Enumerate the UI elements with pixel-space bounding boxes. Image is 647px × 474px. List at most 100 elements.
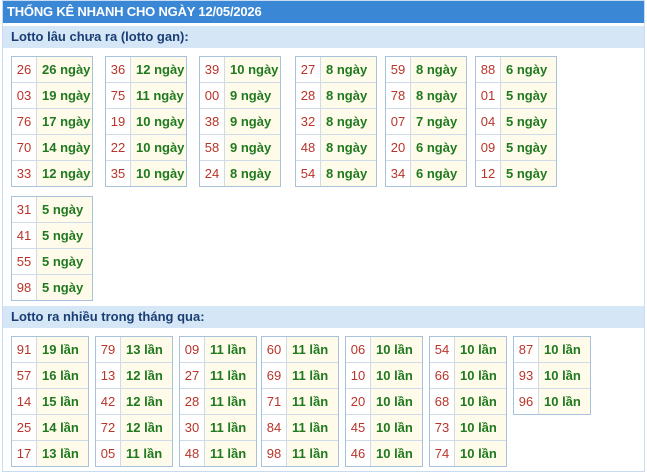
lotto-number: 39 xyxy=(200,57,225,82)
table-row: 10 10 lần xyxy=(346,363,422,389)
table-row: 34 6 ngày xyxy=(386,161,466,186)
lotto-count: 10 lần xyxy=(371,441,422,466)
lotto-count: 6 ngày xyxy=(411,135,466,160)
lotto-number: 14 xyxy=(12,389,37,414)
lotto-number: 59 xyxy=(386,57,411,82)
table-row: 84 11 lần xyxy=(262,415,338,441)
nhieu-groups: 91 19 lần 57 16 lần 14 15 lần 25 14 lần 17 13 lần… xyxy=(3,328,644,467)
lotto-number: 09 xyxy=(476,135,501,160)
table-row: 41 5 ngày xyxy=(12,223,92,249)
table-row: 48 11 lần xyxy=(180,441,256,466)
nhieu-group: 87 10 lần 93 10 lần 96 10 lần xyxy=(513,336,591,415)
table-row: 79 13 lần xyxy=(96,337,172,363)
lotto-number: 04 xyxy=(476,109,501,134)
gan-group: 27 8 ngày 28 8 ngày 32 8 ngày 48 8 ngày 54 8 ngày xyxy=(295,56,377,187)
nhieu-group: 54 10 lần 66 10 lần 68 10 lần 73 10 lần 74 10 lần xyxy=(429,336,507,467)
table-row: 73 10 lần xyxy=(430,415,506,441)
lotto-count: 10 lần xyxy=(455,441,506,466)
page-title: THỐNG KÊ NHANH CHO NGÀY 12/05/2026 xyxy=(3,1,644,23)
lotto-number: 17 xyxy=(12,441,37,466)
table-row: 98 5 ngày xyxy=(12,275,92,300)
lotto-number: 28 xyxy=(296,83,321,108)
table-row: 69 11 lần xyxy=(262,363,338,389)
lotto-number: 93 xyxy=(514,363,539,388)
lotto-count: 10 ngày xyxy=(131,161,186,186)
lotto-count: 6 ngày xyxy=(501,57,556,82)
table-row: 19 10 ngày xyxy=(106,109,186,135)
lotto-count: 10 lần xyxy=(539,389,590,414)
table-row: 59 8 ngày xyxy=(386,57,466,83)
lotto-count: 12 lần xyxy=(121,415,172,440)
nhieu-section-heading: Lotto ra nhiều trong tháng qua: xyxy=(3,306,644,328)
table-row: 46 10 lần xyxy=(346,441,422,466)
lotto-number: 25 xyxy=(12,415,37,440)
lotto-number: 10 xyxy=(346,363,371,388)
lotto-count: 10 lần xyxy=(539,363,590,388)
lotto-count: 8 ngày xyxy=(321,57,376,82)
table-row: 09 11 lần xyxy=(180,337,256,363)
lotto-count: 15 lần xyxy=(37,389,88,414)
nhieu-group: 79 13 lần 13 12 lần 42 12 lần 72 12 lần 05 11 lần xyxy=(95,336,173,467)
lotto-count: 10 lần xyxy=(455,363,506,388)
table-row: 24 8 ngày xyxy=(200,161,280,186)
lotto-count: 12 ngày xyxy=(131,57,186,82)
lotto-number: 84 xyxy=(262,415,287,440)
gan-groups: 26 26 ngày 03 19 ngày 76 17 ngày 70 14 ngày 33 12… xyxy=(3,48,644,306)
table-row: 39 10 ngày xyxy=(200,57,280,83)
table-row: 55 5 ngày xyxy=(12,249,92,275)
gan-group: 59 8 ngày 78 8 ngày 07 7 ngày 20 6 ngày 34 6 ngày xyxy=(385,56,467,187)
lotto-count: 10 lần xyxy=(455,415,506,440)
table-row: 28 11 lần xyxy=(180,389,256,415)
lotto-number: 36 xyxy=(106,57,131,82)
lotto-number: 28 xyxy=(180,389,205,414)
lotto-count: 14 lần xyxy=(37,415,88,440)
table-row: 00 9 ngày xyxy=(200,83,280,109)
lotto-number: 74 xyxy=(430,441,455,466)
lotto-count: 11 lần xyxy=(205,363,256,388)
nhieu-group: 60 11 lần 69 11 lần 71 11 lần 84 11 lần 98 11 lần xyxy=(261,336,339,467)
table-row: 09 5 ngày xyxy=(476,135,556,161)
lotto-count: 9 ngày xyxy=(225,135,280,160)
lotto-number: 69 xyxy=(262,363,287,388)
lotto-count: 5 ngày xyxy=(37,249,92,274)
lotto-count: 14 ngày xyxy=(37,135,92,160)
table-row: 75 11 ngày xyxy=(106,83,186,109)
lotto-count: 11 lần xyxy=(205,415,256,440)
lotto-count: 8 ngày xyxy=(411,57,466,82)
table-row: 42 12 lần xyxy=(96,389,172,415)
lotto-count: 5 ngày xyxy=(37,223,92,248)
lotto-count: 10 ngày xyxy=(131,135,186,160)
lotto-number: 75 xyxy=(106,83,131,108)
lotto-number: 71 xyxy=(262,389,287,414)
lotto-count: 8 ngày xyxy=(225,161,280,186)
lotto-count: 17 ngày xyxy=(37,109,92,134)
lotto-count: 11 lần xyxy=(287,415,338,440)
lotto-count: 10 lần xyxy=(371,337,422,362)
lotto-number: 46 xyxy=(346,441,371,466)
table-row: 22 10 ngày xyxy=(106,135,186,161)
lotto-number: 09 xyxy=(180,337,205,362)
lotto-number: 30 xyxy=(180,415,205,440)
table-row: 31 5 ngày xyxy=(12,197,92,223)
lotto-number: 72 xyxy=(96,415,121,440)
lotto-number: 22 xyxy=(106,135,131,160)
table-row: 05 11 lần xyxy=(96,441,172,466)
lotto-number: 27 xyxy=(296,57,321,82)
table-row: 68 10 lần xyxy=(430,389,506,415)
lotto-number: 96 xyxy=(514,389,539,414)
lotto-number: 12 xyxy=(476,161,501,186)
lotto-count: 10 lần xyxy=(455,389,506,414)
lotto-count: 5 ngày xyxy=(501,135,556,160)
lotto-number: 48 xyxy=(296,135,321,160)
lotto-number: 26 xyxy=(12,57,37,82)
table-row: 20 6 ngày xyxy=(386,135,466,161)
table-row: 48 8 ngày xyxy=(296,135,376,161)
lotto-count: 5 ngày xyxy=(501,83,556,108)
table-row: 13 12 lần xyxy=(96,363,172,389)
lotto-count: 9 ngày xyxy=(225,83,280,108)
lotto-number: 42 xyxy=(96,389,121,414)
lotto-number: 54 xyxy=(296,161,321,186)
lotto-count: 11 lần xyxy=(205,389,256,414)
lotto-count: 5 ngày xyxy=(501,161,556,186)
lotto-count: 11 lần xyxy=(121,441,172,466)
